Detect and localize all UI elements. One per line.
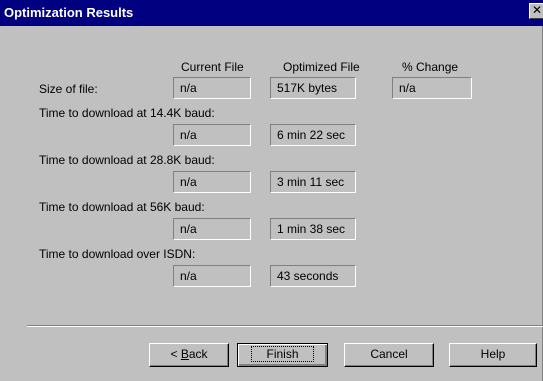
dialog-title: Optimization Results	[4, 5, 134, 20]
download-56k-current-field: n/a	[173, 218, 251, 240]
download-28-8k-current-field: n/a	[173, 171, 251, 193]
finish-button[interactable]: Finish	[237, 343, 328, 367]
download-isdn-label: Time to download over ISDN:	[39, 247, 196, 261]
size-of-file-label: Size of file:	[39, 82, 98, 96]
download-isdn-optimized-field: 43 seconds	[270, 265, 356, 287]
download-28-8k-optimized-field: 3 min 11 sec	[270, 171, 356, 193]
size-change-field: n/a	[392, 77, 472, 99]
cancel-button[interactable]: Cancel	[344, 343, 434, 367]
button-separator	[27, 325, 543, 327]
download-56k-optimized-field: 1 min 38 sec	[270, 218, 356, 240]
optimization-results-dialog: Optimization Results ✕ Current File Opti…	[0, 0, 543, 381]
download-14-4k-optimized-field: 6 min 22 sec	[270, 124, 356, 146]
back-button-prefix: <	[170, 347, 181, 361]
download-28-8k-label: Time to download at 28.8K baud:	[39, 153, 215, 167]
close-icon[interactable]: ✕	[529, 3, 543, 19]
back-button-rest: ack	[188, 347, 208, 361]
size-optimized-field: 517K bytes	[270, 77, 356, 99]
size-current-field: n/a	[173, 77, 251, 99]
help-button[interactable]: Help	[449, 343, 537, 367]
download-14-4k-label: Time to download at 14.4K baud:	[39, 106, 215, 120]
back-button[interactable]: < Back	[149, 343, 229, 367]
download-56k-label: Time to download at 56K baud:	[39, 200, 205, 214]
back-button-mnemonic: B	[180, 347, 189, 361]
column-header-percent-change: % Change	[402, 60, 459, 74]
finish-button-label: Finish	[251, 346, 314, 362]
title-bar: Optimization Results ✕	[0, 0, 543, 26]
column-header-optimized-file: Optimized File	[283, 60, 360, 74]
download-14-4k-current-field: n/a	[173, 124, 251, 146]
download-isdn-current-field: n/a	[173, 265, 251, 287]
column-header-current-file: Current File	[181, 60, 244, 74]
